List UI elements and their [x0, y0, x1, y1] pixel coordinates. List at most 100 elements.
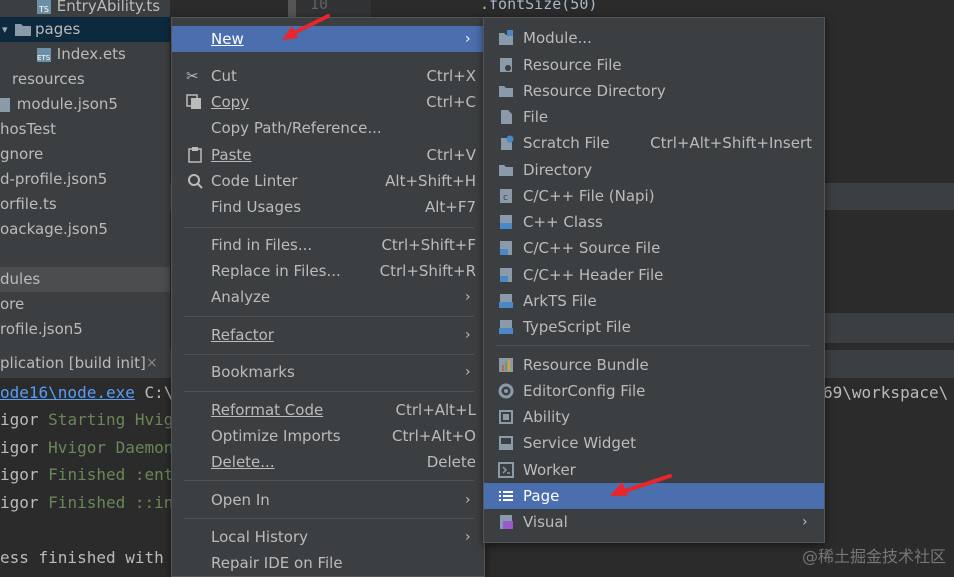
menu-item-bookmarks[interactable]: Bookmarks ›	[172, 359, 484, 385]
submenu-item-resource-bundle[interactable]: Resource Bundle	[484, 352, 824, 378]
menu-separator	[184, 316, 474, 317]
submenu-item-typescript-file[interactable]: TypeScript File	[484, 314, 824, 340]
tree-item-ignore[interactable]: ore	[0, 292, 24, 317]
ts-file-icon: TS	[37, 0, 51, 14]
annotation-arrow	[610, 474, 672, 496]
submenu-item-module[interactable]: Module...	[484, 25, 824, 51]
console-line: ess finished with	[0, 548, 164, 567]
tree-item-module-json5[interactable]: module.json5	[0, 92, 118, 117]
ability-icon	[499, 410, 513, 424]
tree-item-index-ets[interactable]: ETS Index.ets	[36, 42, 126, 67]
submenu-item-resource-directory[interactable]: Resource Directory	[484, 78, 824, 104]
clipboard-icon	[188, 147, 202, 163]
svg-text:TS: TS	[38, 5, 49, 14]
list-icon	[499, 491, 513, 501]
menu-item-find-usages[interactable]: Find Usages Alt+F7	[172, 194, 484, 220]
panel-header	[820, 313, 954, 344]
submenu-item-editorconfig[interactable]: EditorConfig File	[484, 378, 824, 404]
scratch-file-icon	[501, 135, 514, 150]
chevron-right-icon: ›	[465, 492, 471, 508]
tree-item-package-json5[interactable]: oackage.json5	[0, 217, 108, 242]
close-icon[interactable]: ×	[146, 350, 158, 376]
module-icon	[499, 30, 513, 45]
submenu-item-directory[interactable]: Directory	[484, 157, 824, 183]
chevron-right-icon: ›	[465, 327, 471, 343]
submenu-item-scratch-file[interactable]: Scratch File Ctrl+Alt+Shift+Insert	[484, 130, 824, 156]
submenu-item-file[interactable]: File	[484, 104, 824, 130]
console-line: igor Finished :ent	[0, 465, 174, 484]
submenu-item-ability[interactable]: Ability	[484, 404, 824, 430]
tree-item-pages[interactable]: ▾ pages	[0, 17, 170, 42]
tree-item-profile-json5[interactable]: rofile.json5	[0, 317, 83, 342]
tree-item-hvigorfile[interactable]: orfile.ts	[0, 192, 57, 217]
chevron-right-icon: ›	[465, 289, 471, 305]
chevron-right-icon: ›	[465, 364, 471, 380]
tree-item-ohostest[interactable]: hosTest	[0, 117, 56, 142]
menu-item-code-linter[interactable]: Code Linter Alt+Shift+H	[172, 168, 484, 194]
submenu-item-arkts-file[interactable]: ArkTS File	[484, 288, 824, 314]
submenu-item-cpp-source[interactable]: C/C++ Source File	[484, 235, 824, 261]
tree-item-node-modules[interactable]: dules	[0, 267, 170, 292]
tree-item-build-profile[interactable]: d-profile.json5	[0, 167, 107, 192]
submenu-item-service-widget[interactable]: Service Widget	[484, 430, 824, 456]
ts-file-icon	[499, 320, 513, 334]
project-tree: TS EntryAbility.ts ▾ pages ETS Index.ets…	[0, 0, 170, 352]
resource-bundle-icon	[499, 358, 513, 372]
menu-item-local-history[interactable]: Local History ›	[172, 524, 484, 550]
menu-separator	[184, 391, 474, 392]
menu-item-paste[interactable]: Paste Ctrl+V	[172, 142, 484, 168]
menu-item-copy-path[interactable]: Copy Path/Reference...	[172, 115, 484, 141]
scissors-icon: ✂	[186, 67, 199, 85]
run-tab-title[interactable]: plication [build init]	[0, 350, 146, 376]
menu-item-repair-ide[interactable]: Repair IDE on File	[172, 550, 484, 576]
menu-item-delete[interactable]: Delete... Delete	[172, 449, 484, 475]
menu-separator	[496, 345, 810, 346]
annotation-arrow	[282, 14, 330, 40]
menu-item-analyze[interactable]: Analyze ›	[172, 284, 484, 310]
folder-icon	[499, 86, 513, 97]
menu-separator	[184, 480, 474, 481]
watermark: @稀土掘金技术社区	[801, 547, 946, 566]
new-submenu: Module... Resource File Resource Directo…	[483, 17, 825, 543]
submenu-item-resource-file[interactable]: Resource File	[484, 52, 824, 78]
menu-item-replace-in-files[interactable]: Replace in Files... Ctrl+Shift+R	[172, 258, 484, 284]
cpp-source-icon	[500, 241, 512, 255]
submenu-item-cpp-header[interactable]: C/C++ Header File	[484, 262, 824, 288]
cpp-header-icon	[500, 268, 512, 282]
menu-item-optimize-imports[interactable]: Optimize Imports Ctrl+Alt+O	[172, 423, 484, 449]
svg-text:c: c	[503, 193, 508, 203]
menu-separator	[184, 518, 474, 519]
node-exe-link[interactable]: ode16\node.exe	[0, 383, 135, 402]
code-line: .fontSize(50)	[480, 0, 598, 13]
menu-item-copy[interactable]: Copy Ctrl+C	[172, 89, 484, 115]
menu-separator	[184, 354, 474, 355]
submenu-item-cpp-class[interactable]: C++ Class	[484, 209, 824, 235]
cpp-napi-icon: c	[500, 189, 512, 203]
cpp-class-icon	[500, 215, 512, 229]
context-menu: New › ✂ Cut Ctrl+X Copy Ctrl+C Copy Path…	[171, 17, 485, 577]
chevron-right-icon: ›	[802, 514, 808, 530]
chevron-right-icon: ›	[465, 529, 471, 545]
console-line: ode16\node.exe C:\	[0, 383, 174, 402]
menu-item-find-in-files[interactable]: Find in Files... Ctrl+Shift+F	[172, 232, 484, 258]
submenu-item-cpp-napi[interactable]: c C/C++ File (Napi)	[484, 183, 824, 209]
console-line: igor Finished ::in	[0, 493, 174, 512]
svg-text:ETS: ETS	[37, 54, 51, 62]
gear-icon	[498, 383, 514, 399]
menu-separator	[184, 227, 474, 228]
menu-item-reformat-code[interactable]: Reformat Code Ctrl+Alt+L	[172, 397, 484, 423]
chevron-right-icon: ›	[465, 31, 471, 47]
ets-file-icon: ETS	[37, 47, 51, 62]
submenu-item-visual[interactable]: Visual ›	[484, 509, 824, 535]
linter-icon	[188, 174, 203, 189]
visual-file-icon	[500, 515, 513, 529]
json-file-icon	[0, 97, 10, 112]
tree-item-resources[interactable]: resources	[12, 67, 85, 92]
menu-item-refactor[interactable]: Refactor ›	[172, 322, 484, 348]
menu-item-cut[interactable]: ✂ Cut Ctrl+X	[172, 63, 484, 89]
folder-icon	[15, 24, 31, 36]
tree-item-gitignore[interactable]: gnore	[0, 142, 43, 167]
worker-icon	[498, 462, 514, 478]
menu-item-open-in[interactable]: Open In ›	[172, 487, 484, 513]
resource-file-icon	[500, 58, 512, 72]
